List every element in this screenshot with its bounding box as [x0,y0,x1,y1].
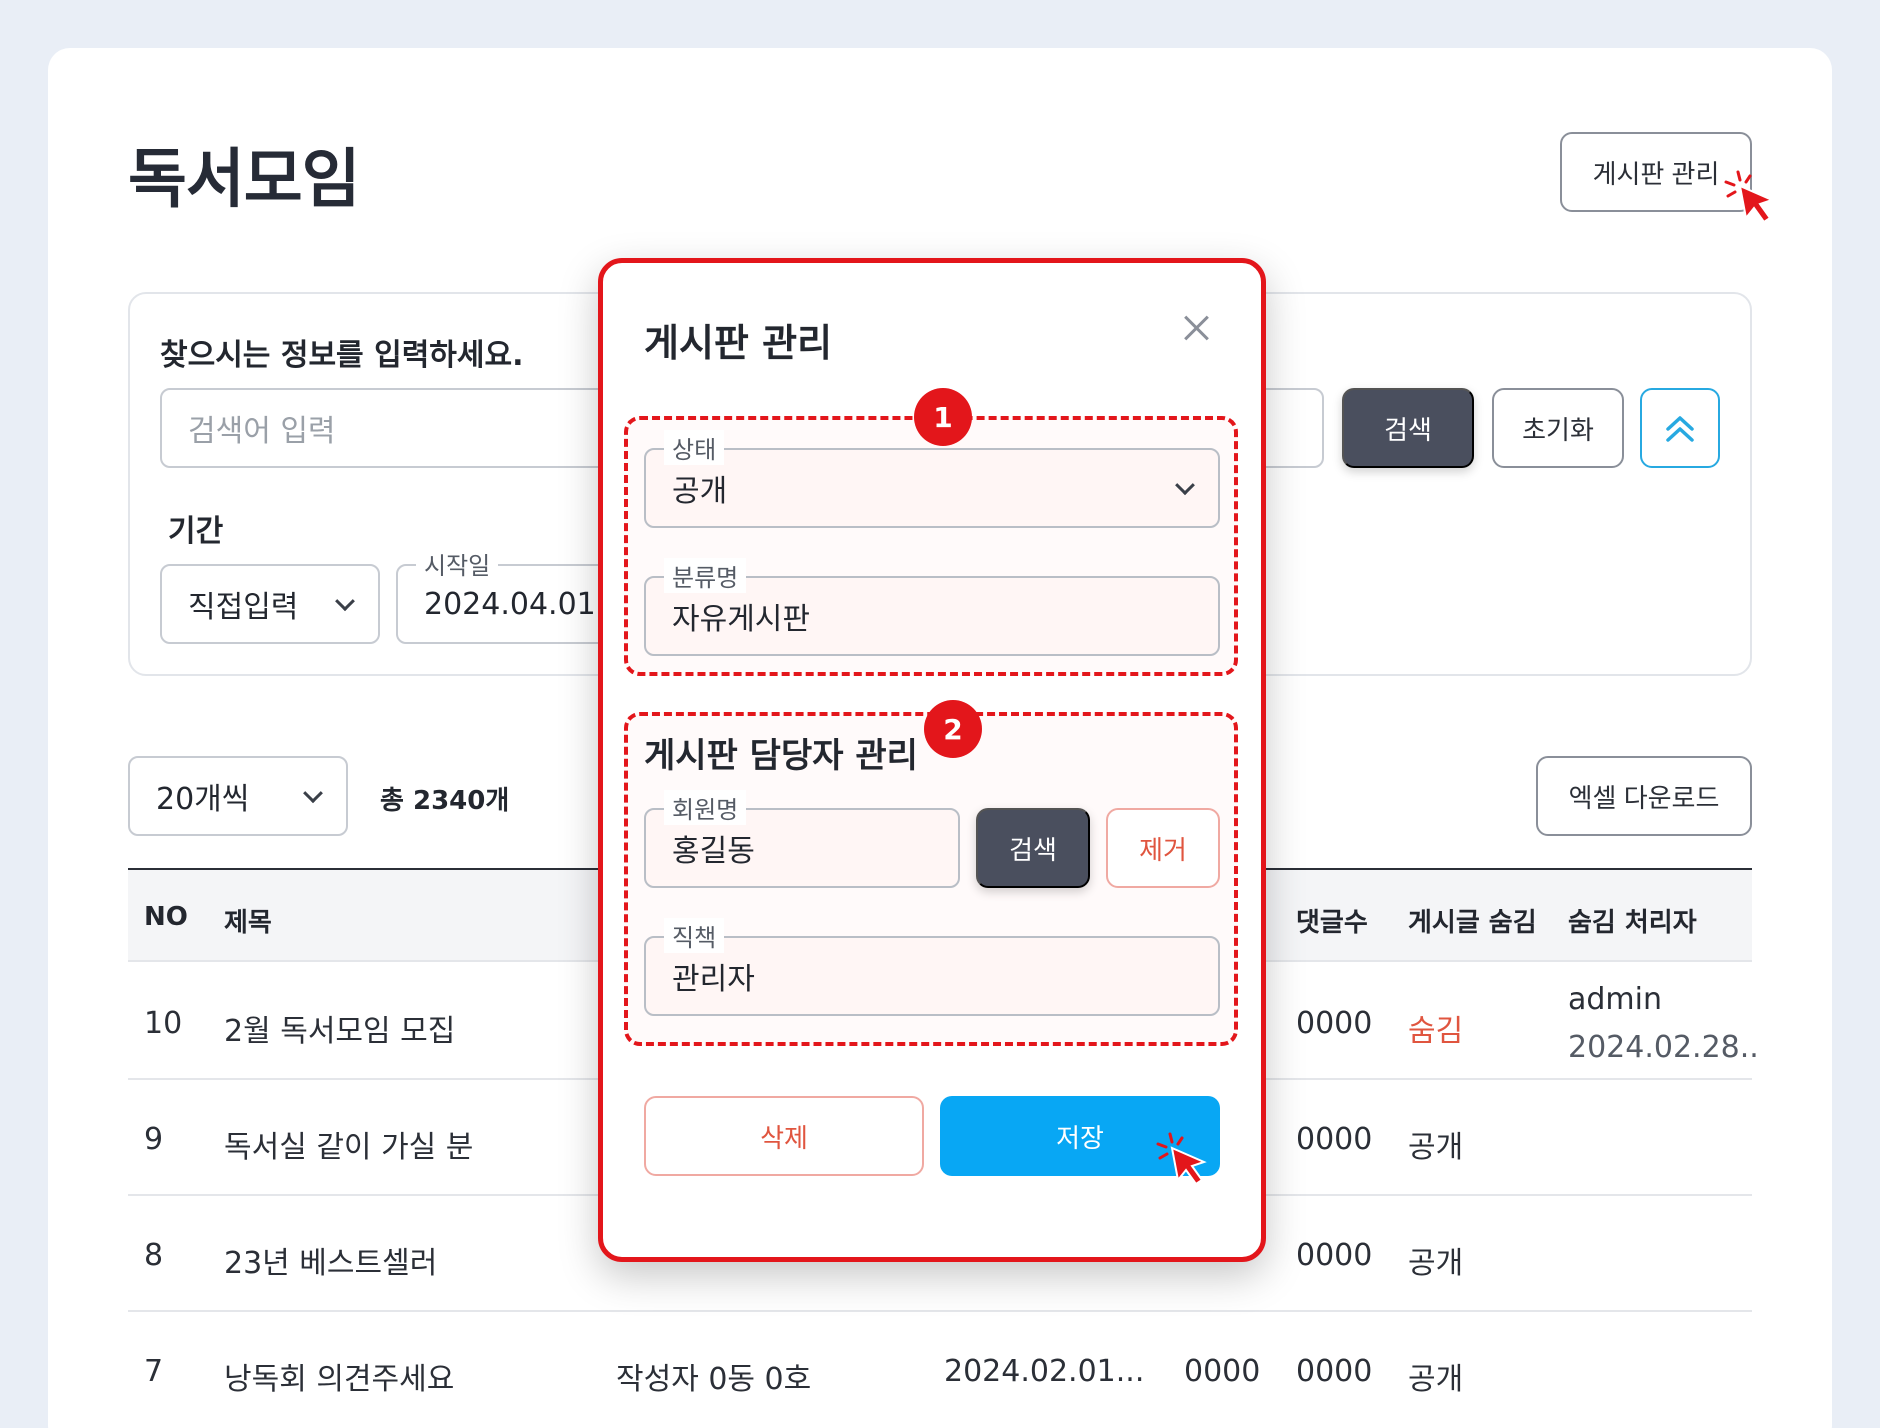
row-no: 7 [144,1354,164,1389]
period-type-select[interactable]: 직접입력 [160,564,380,644]
manager-section-title: 게시판 담당자 관리 [644,736,918,776]
row-comments: 0000 [1296,1122,1373,1157]
row-title[interactable]: 23년 베스트셀러 [224,1238,437,1282]
row-hidden-date: 2024.02.28.. [1568,1030,1759,1065]
period-type-value: 직접입력 [188,590,299,625]
chevron-down-icon [303,783,323,804]
row-comments: 0000 [1296,1238,1373,1273]
search-heading: 찾으시는 정보를 입력하세요. [160,338,524,373]
step-badge-2: 2 [924,700,982,758]
chevron-down-icon [1175,475,1195,496]
member-value: 홍길동 [672,834,755,869]
status-select[interactable]: 공개 [644,448,1220,528]
row-no: 10 [144,1006,183,1041]
status-label: 상태 [664,430,725,465]
collapse-button[interactable] [1640,388,1720,468]
chevron-down-icon [335,591,355,612]
click-cursor-icon [1156,1132,1207,1186]
period-label: 기간 [168,514,224,549]
per-page-select[interactable]: 20개씩 [128,756,348,836]
role-value: 관리자 [672,962,755,997]
row-date: 2024.02.01... [944,1354,1145,1389]
search-button[interactable]: 검색 [1342,388,1474,468]
total-count: 총 2340개 [380,786,510,816]
row-views: 0000 [1184,1354,1261,1389]
role-label: 직책 [664,918,725,953]
status-value: 공개 [672,474,728,509]
col-hidden-by: 숨김 처리자 [1568,908,1697,938]
row-no: 9 [144,1122,164,1157]
row-title[interactable]: 독서실 같이 가실 분 [224,1122,473,1166]
click-cursor-icon [1724,170,1775,224]
search-placeholder: 검색어 입력 [188,414,336,449]
col-no: NO [144,902,188,932]
excel-download-button[interactable]: 엑셀 다운로드 [1536,756,1752,836]
row-status: 공개 [1408,1130,1464,1165]
row-hidden-by: admin [1568,982,1662,1017]
row-status: 숨김 [1408,1014,1464,1049]
row-no: 8 [144,1238,164,1273]
reset-button[interactable]: 초기화 [1492,388,1624,468]
col-hide: 게시글 숨김 [1408,908,1537,938]
per-page-value: 20개씩 [156,782,250,817]
member-label: 회원명 [664,790,747,825]
member-remove-button[interactable]: 제거 [1106,808,1220,888]
row-title[interactable]: 2월 독서모임 모집 [224,1006,455,1050]
col-title: 제목 [224,908,272,938]
start-date-label: 시작일 [416,546,499,581]
delete-button[interactable]: 삭제 [644,1096,924,1176]
page-title: 독서모임 [128,143,361,217]
row-title[interactable]: 낭독회 의견주세요 [224,1354,454,1398]
col-comments: 댓글수 [1296,908,1368,938]
row-divider [128,1310,1752,1312]
row-comments: 0000 [1296,1006,1373,1041]
start-date-value: 2024.04.01 [424,586,596,622]
row-comments: 0000 [1296,1354,1373,1389]
double-chevron-up-icon [1666,416,1694,442]
row-status: 공개 [1408,1362,1464,1397]
role-input[interactable]: 관리자 [644,936,1220,1016]
row-author: 작성자 0동 0호 [616,1362,812,1397]
category-value: 자유게시판 [672,602,810,637]
close-icon[interactable] [1180,312,1212,344]
step-badge-1: 1 [914,388,972,446]
row-status: 공개 [1408,1246,1464,1281]
category-label: 분류명 [664,558,747,593]
modal-title: 게시판 관리 [644,321,833,365]
member-search-button[interactable]: 검색 [976,808,1090,888]
